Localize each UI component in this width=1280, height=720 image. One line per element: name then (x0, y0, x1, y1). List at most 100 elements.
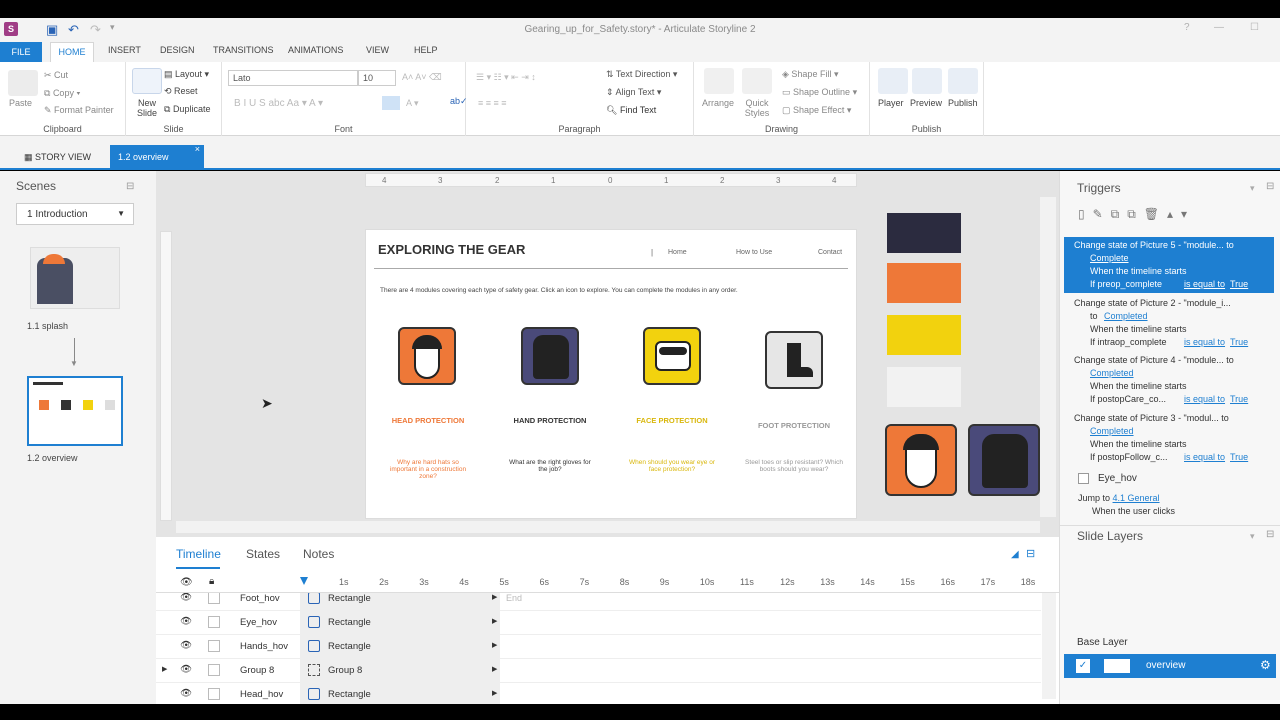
swatch-white[interactable] (887, 367, 961, 407)
highlight-icon[interactable] (382, 96, 400, 110)
find-text-button[interactable]: 🔍︎ Find Text (606, 105, 656, 116)
trigger-value-link[interactable]: True (1230, 451, 1280, 464)
quick-styles-button[interactable]: Quick Styles (740, 98, 774, 118)
pin-icon[interactable]: ⊟ (126, 181, 134, 192)
head-hover-icon[interactable] (885, 424, 957, 496)
lock-checkbox[interactable] (208, 688, 220, 700)
swatch-navy[interactable] (887, 213, 961, 253)
trigger-state-link[interactable]: Completed (1090, 367, 1280, 380)
paste-icon[interactable] (8, 70, 38, 96)
tab-insert[interactable]: INSERT (108, 45, 141, 55)
grow-font-icon[interactable]: A˄ A˅ ⌫ (402, 72, 442, 83)
clear-format-icon[interactable]: ab✓ (450, 96, 468, 107)
eye-icon[interactable]: 👁︎ (180, 640, 192, 651)
preview-button[interactable]: Preview (910, 98, 942, 108)
tab-home[interactable]: HOME (50, 42, 94, 62)
trigger-toolbar[interactable]: ▯✎⧉⧉🗑︎▴▾ (1078, 207, 1195, 222)
eye-icon[interactable]: 👁︎ (180, 616, 192, 627)
align-text-button[interactable]: ⇕ Align Text ▾ (606, 87, 661, 98)
eye-icon[interactable]: 👁︎ (180, 688, 192, 699)
cut-button[interactable]: ✂ Cut (44, 70, 68, 81)
expand-group-icon[interactable]: ▶ (162, 665, 167, 673)
restore-icon[interactable]: ☐ (1250, 22, 1259, 33)
paste-button[interactable]: Paste (9, 98, 32, 108)
tab-view[interactable]: VIEW (366, 45, 389, 55)
preview-icon[interactable] (912, 68, 942, 94)
timeline-row[interactable]: 👁︎ Hands_hov Rectangle ▶ (156, 635, 1041, 659)
head-module-icon[interactable] (398, 327, 456, 385)
timeline-row[interactable]: 👁︎ Eye_hov Rectangle ▶ (156, 611, 1041, 635)
minimize-icon[interactable]: — (1214, 22, 1224, 33)
duplicate-button[interactable]: ⧉ Duplicate (164, 104, 210, 115)
tab-animations[interactable]: ANIMATIONS (288, 45, 343, 55)
tab-transitions[interactable]: TRANSITIONS (213, 45, 274, 55)
foot-module-icon[interactable] (765, 331, 823, 389)
jump-trigger[interactable]: Jump to 4.1 General (1078, 493, 1160, 503)
timeline-scrollbar[interactable] (1042, 593, 1056, 699)
slide-thumbnail-2[interactable] (27, 376, 123, 446)
text-direction-button[interactable]: ⇅ Text Direction ▾ (606, 69, 677, 80)
pin-icon[interactable]: ⊟ (1026, 547, 1035, 560)
base-layer-row[interactable]: ✓ overview ⚙ (1064, 654, 1276, 678)
player-icon[interactable] (878, 68, 908, 94)
expand-right-icon[interactable]: ▶ (492, 641, 497, 649)
canvas-vertical-scrollbar[interactable] (1040, 197, 1056, 517)
expand-right-icon[interactable]: ▶ (492, 689, 497, 697)
expand-right-icon[interactable]: ▶ (492, 665, 497, 673)
tab-current-slide[interactable]: 1.2 overview × (110, 144, 204, 170)
lock-checkbox[interactable] (208, 616, 220, 628)
timeline-row[interactable]: ▶ 👁︎ Group 8 Group 8 ▶ (156, 659, 1041, 683)
tab-design[interactable]: DESIGN (160, 45, 195, 55)
format-painter-button[interactable]: ✎ Format Painter (44, 105, 114, 116)
lock-checkbox[interactable] (208, 593, 220, 604)
canvas-horizontal-scrollbar[interactable] (176, 521, 1040, 533)
publish-icon[interactable] (948, 68, 978, 94)
shape-outline-button[interactable]: ▭ Shape Outline ▾ (782, 87, 857, 98)
publish-button[interactable]: Publish (948, 98, 978, 108)
shape-fill-button[interactable]: ◈ Shape Fill ▾ (782, 69, 838, 80)
tab-states[interactable]: States (246, 547, 280, 561)
tab-timeline[interactable]: Timeline (176, 547, 221, 561)
collapse-icon[interactable]: ▾ (1250, 183, 1255, 194)
trigger-action[interactable]: Change state of Picture 5 - "module... t… (1074, 239, 1280, 252)
trigger-value-link[interactable]: True (1230, 336, 1280, 349)
eye-hov-checkbox[interactable] (1078, 473, 1089, 484)
align-icons[interactable]: ≡ ≡ ≡ ≡ (478, 98, 507, 108)
trigger-value-link[interactable]: True (1230, 278, 1280, 291)
expand-right-icon[interactable]: ▶ (492, 617, 497, 625)
nav-contact[interactable]: Contact (818, 249, 842, 256)
swatch-orange[interactable] (887, 263, 961, 303)
eye-icon[interactable]: 👁︎ (180, 664, 192, 675)
timeline-row[interactable]: 👁︎ Head_hov Rectangle ▶ (156, 683, 1041, 705)
layout-button[interactable]: ▤ Layout ▾ (164, 69, 209, 80)
new-slide-icon[interactable] (132, 68, 162, 94)
eye-icon[interactable]: 👁︎ (180, 593, 192, 603)
lock-checkbox[interactable] (208, 664, 220, 676)
slide-canvas[interactable]: 4 3 2 1 0 1 2 3 4 EXPLORING THE GEAR | H… (156, 171, 1059, 537)
jump-target-link[interactable]: 4.1 General (1113, 493, 1160, 503)
hand-module-icon[interactable] (521, 327, 579, 385)
trigger-state-link[interactable]: Completed (1090, 425, 1280, 438)
collapse-icon[interactable]: ◢ (1011, 549, 1019, 560)
trigger-action[interactable]: Change state of Picture 2 - "module_i... (1074, 297, 1280, 310)
font-format-icons[interactable]: B I U S abc Aa ▾ A ▾ (234, 98, 323, 109)
nav-how-to-use[interactable]: How to Use (736, 249, 772, 256)
hand-hover-icon[interactable] (968, 424, 1040, 496)
trigger-state-link[interactable]: Completed (1104, 310, 1280, 323)
end-marker[interactable]: End (506, 593, 522, 603)
pin-icon[interactable]: ⊟ (1266, 529, 1274, 540)
font-color-icon[interactable]: A ▾ (406, 98, 419, 109)
list-icons[interactable]: ☰ ▾ ☷ ▾ ⇤ ⇥ ↕ (476, 72, 536, 83)
reset-button[interactable]: ⟲ Reset (164, 86, 198, 97)
trigger-value-link[interactable]: True (1230, 393, 1280, 406)
tab-notes[interactable]: Notes (303, 547, 334, 561)
gear-icon[interactable]: ⚙ (1260, 658, 1271, 672)
swatch-yellow[interactable] (887, 315, 961, 355)
collapse-icon[interactable]: ▾ (1250, 531, 1255, 542)
pin-icon[interactable]: ⊟ (1266, 181, 1274, 192)
help-icon[interactable]: ? (1184, 22, 1190, 33)
slide-thumbnail-1[interactable] (30, 247, 120, 309)
player-button[interactable]: Player (878, 98, 904, 108)
copy-button[interactable]: ⧉ Copy ▾ (44, 88, 80, 99)
timeline-row[interactable]: 👁︎ Foot_hov Rectangle ▶ End (156, 593, 1041, 611)
